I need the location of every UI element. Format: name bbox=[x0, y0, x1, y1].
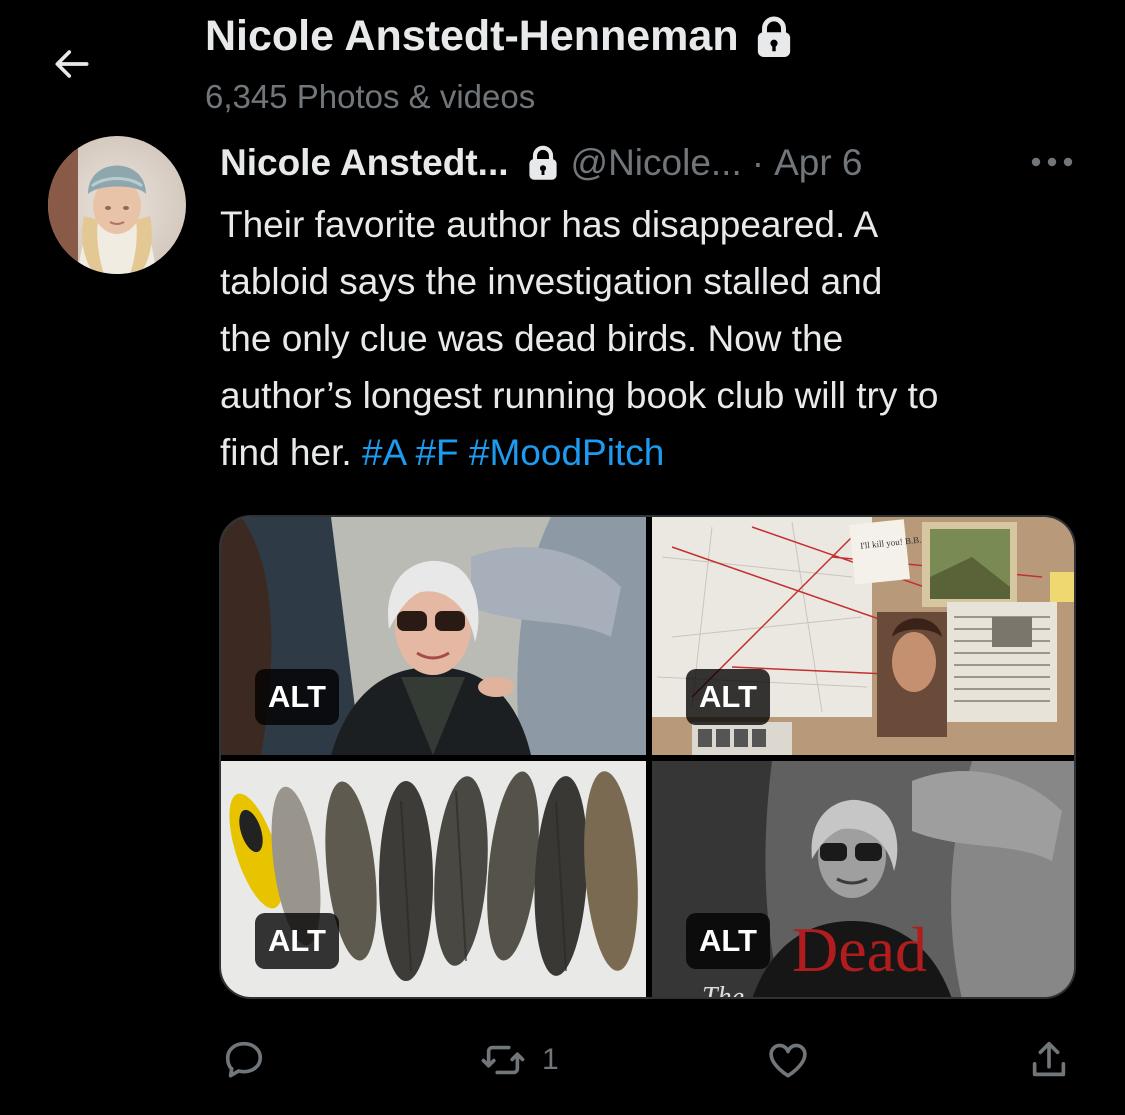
more-icon bbox=[1031, 157, 1073, 167]
media-photo-evidence-board[interactable]: I'll kill you! B.B. ALT bbox=[652, 517, 1074, 755]
cover-title: Dead bbox=[792, 914, 927, 985]
hashtag-moodpitch[interactable]: #MoodPitch bbox=[469, 432, 664, 473]
profile-media-count: 6,345 Photos & videos bbox=[205, 78, 536, 115]
like-button[interactable] bbox=[765, 1036, 811, 1084]
back-arrow-icon bbox=[55, 50, 89, 78]
tweet-text-line: tabloid says the investigation stalled a… bbox=[220, 261, 883, 302]
reply-icon bbox=[225, 1041, 263, 1078]
alt-badge[interactable]: ALT bbox=[255, 669, 339, 725]
alt-badge[interactable]: ALT bbox=[255, 913, 339, 969]
header-title-row: Nicole Anstedt-Henneman bbox=[205, 12, 793, 61]
tweet-text-line: author’s longest running book club will … bbox=[220, 375, 939, 416]
media-photo-dead-birds[interactable]: ALT bbox=[221, 761, 646, 997]
back-button[interactable] bbox=[48, 40, 96, 88]
tweet-text-line: Their favorite author has disappeared. A bbox=[220, 204, 879, 245]
retweet-count: 1 bbox=[542, 1043, 559, 1076]
tweet-text: Their favorite author has disappeared. A… bbox=[220, 196, 1090, 481]
retweet-icon bbox=[481, 1045, 525, 1075]
lock-icon bbox=[527, 145, 559, 181]
share-button[interactable] bbox=[1026, 1036, 1072, 1084]
media-grid: ALT I'll kill you! B.B. ALT ALT Dead The… bbox=[219, 515, 1076, 999]
tweet-header: Nicole Anstedt... @Nicole... · Apr 6 bbox=[220, 138, 863, 188]
media-photo-author[interactable]: ALT bbox=[221, 517, 646, 755]
retweet-button[interactable]: 1 bbox=[480, 1036, 559, 1084]
tweet-text-end: find her. bbox=[220, 432, 352, 473]
avatar[interactable] bbox=[48, 136, 186, 274]
lock-icon bbox=[757, 16, 790, 57]
like-icon bbox=[769, 1043, 807, 1078]
hashtag-a[interactable]: #A bbox=[362, 432, 405, 473]
media-photo-book-cover[interactable]: Dead The ALT bbox=[652, 761, 1074, 999]
tweet-date[interactable]: Apr 6 bbox=[774, 142, 862, 184]
profile-title: Nicole Anstedt-Henneman bbox=[205, 12, 739, 60]
reply-button[interactable] bbox=[221, 1036, 267, 1084]
tweet-author-name[interactable]: Nicole Anstedt... bbox=[220, 142, 509, 184]
hashtag-f[interactable]: #F bbox=[415, 432, 458, 473]
cover-subtitle: The bbox=[702, 982, 744, 999]
tweet-author-handle[interactable]: @Nicole... bbox=[571, 142, 742, 184]
alt-badge[interactable]: ALT bbox=[686, 913, 770, 969]
alt-badge[interactable]: ALT bbox=[686, 669, 770, 725]
tweet-separator: · bbox=[751, 142, 765, 183]
tweet-text-line: find her. #A #F #MoodPitch bbox=[220, 424, 1090, 481]
share-icon bbox=[1032, 1041, 1066, 1077]
tweet-text-line: the only clue was dead birds. Now the bbox=[220, 318, 844, 359]
more-options-button[interactable] bbox=[1026, 140, 1078, 184]
